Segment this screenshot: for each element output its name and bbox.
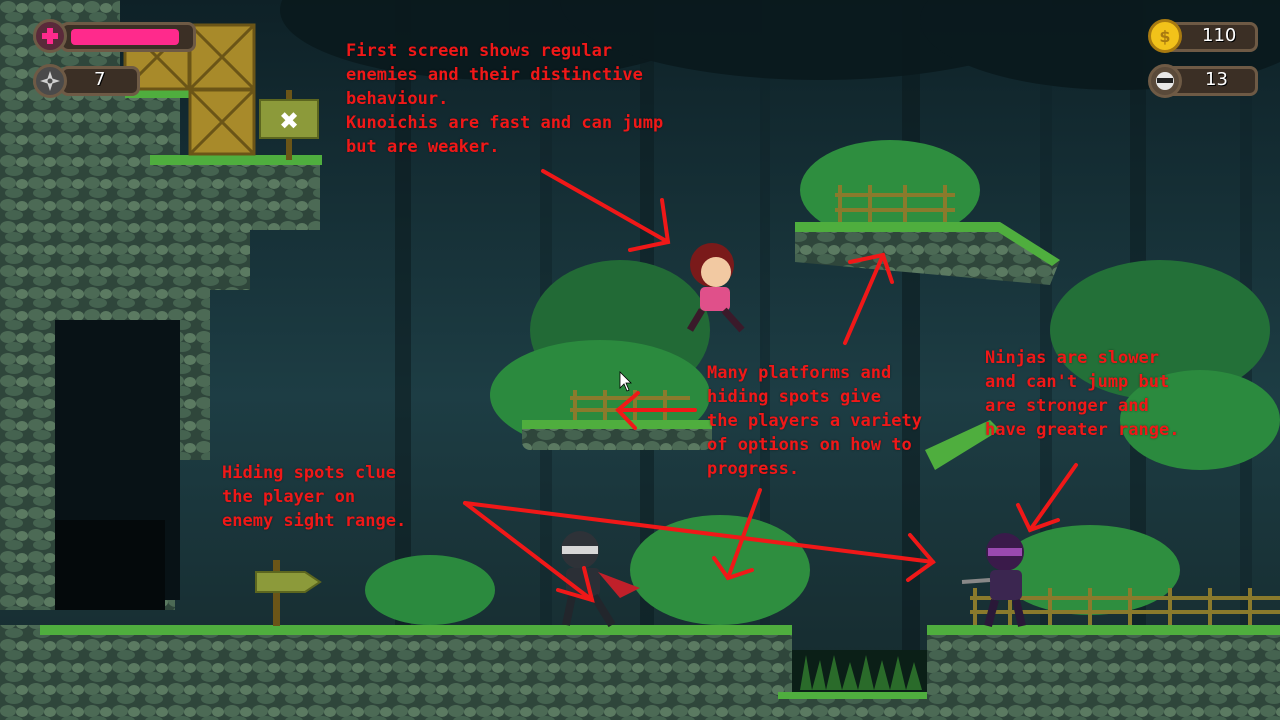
health-bar [60, 22, 196, 52]
enemy-count: 13 [1205, 69, 1228, 90]
annotation-line: Ninjas are slower [985, 348, 1159, 368]
annotation-line: enemy sight range. [222, 511, 407, 531]
annotation-line: First screen shows regular [346, 41, 613, 61]
mid-platform [522, 420, 712, 450]
annotation-line: have greater range. [985, 420, 1180, 440]
annotation-line: Many platforms and [707, 363, 892, 383]
health-fill [71, 29, 179, 45]
annotation-line: are stronger and [985, 396, 1149, 416]
ground-pit [778, 650, 938, 720]
ground-left [0, 625, 792, 720]
annotation-line: the player on [222, 487, 356, 507]
annotation-line: but are weaker. [346, 137, 500, 157]
annotation-line: Hiding spots clue [222, 463, 396, 483]
annotation-ninjas: Ninjas are slower and can't jump but are… [985, 346, 1179, 442]
shuriken-icon [33, 64, 67, 98]
shuriken-count: 7 [94, 69, 106, 90]
coin-icon: $ [1148, 19, 1182, 53]
annotation-line: of options on how to [707, 435, 912, 455]
annotation-line: behaviour. [346, 89, 449, 109]
upper-ledge-grass [150, 155, 322, 165]
coin-count: 110 [1202, 25, 1237, 46]
annotation-first-screen: First screen shows regular enemies and t… [346, 39, 663, 159]
ninja-head-icon [1148, 64, 1182, 98]
ground-right [927, 625, 1280, 720]
annotation-hiding: Hiding spots clue the player on enemy si… [222, 461, 406, 533]
game-screen: ✖ 7 $ 110 13 First screen shows regular … [0, 0, 1280, 720]
health-cross-icon [33, 19, 67, 53]
annotation-line: the players a variety [707, 411, 922, 431]
annotation-platforms: Many platforms and hiding spots give the… [707, 361, 922, 481]
annotation-line: hiding spots give [707, 387, 881, 407]
annotation-line: enemies and their distinctive [346, 65, 643, 85]
annotation-line: Kunoichis are fast and can jump [346, 113, 664, 133]
annotation-line: progress. [707, 459, 800, 479]
sign-symbol: ✖ [279, 107, 299, 135]
annotation-line: and can't jump but [985, 372, 1170, 392]
